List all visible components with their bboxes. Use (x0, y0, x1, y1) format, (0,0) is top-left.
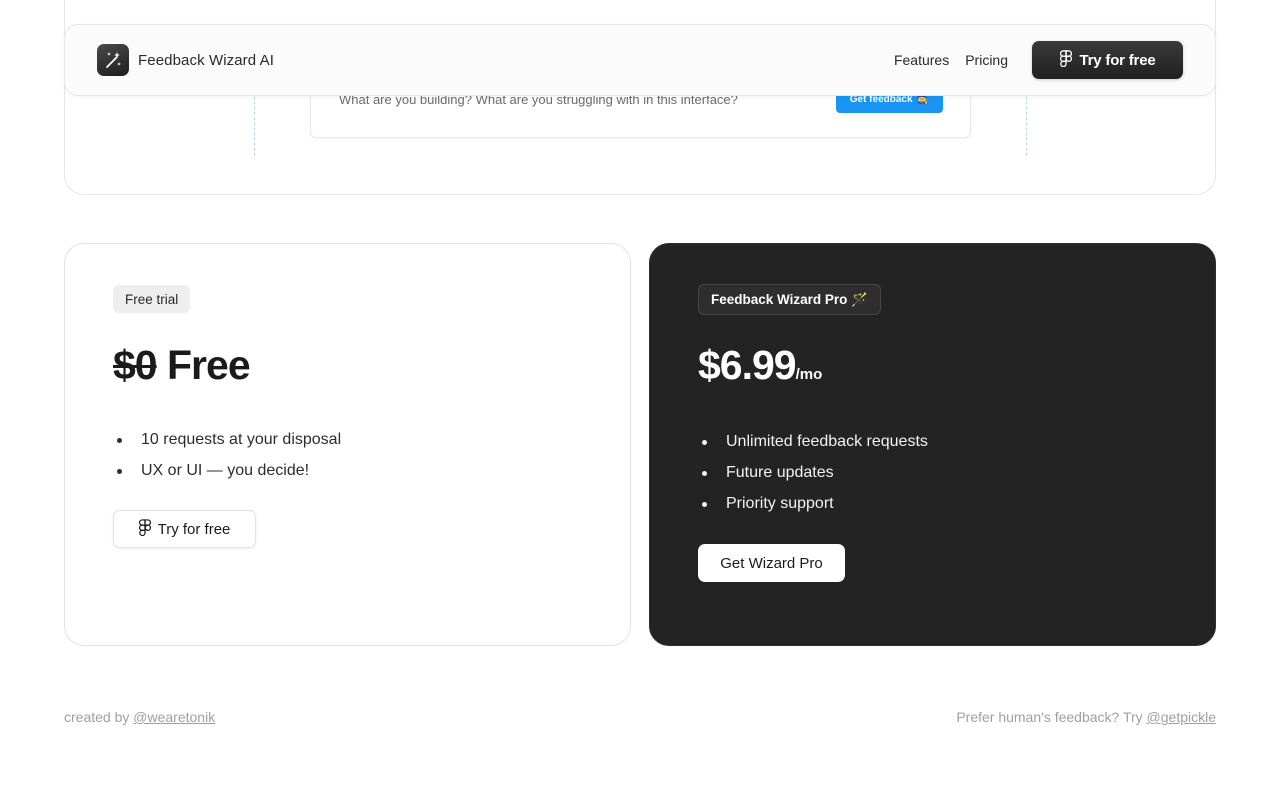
plan-badge-pro: Feedback Wizard Pro 🪄 (698, 284, 882, 315)
brand-name: Feedback Wizard AI (138, 51, 275, 69)
footer-credit: created by @wearetonik (64, 709, 215, 725)
figma-icon (138, 518, 151, 540)
try-for-free-button[interactable]: Try for free (1032, 41, 1183, 79)
figma-icon (1059, 49, 1072, 71)
list-item: Priority support (702, 488, 928, 519)
wearetonik-link[interactable]: @wearetonik (133, 709, 215, 725)
getpickle-link[interactable]: @getpickle (1147, 709, 1216, 725)
magic-wand-icon (97, 44, 129, 76)
pricing-card-free: Free trial $0 Free 10 requests at your d… (64, 243, 631, 646)
feature-list-pro: Unlimited feedback requests Future updat… (702, 426, 928, 519)
try-for-free-card-label: Try for free (157, 520, 231, 538)
nav-links: Features Pricing (894, 52, 1008, 68)
footer-alternative-text: Prefer human's feedback? Try (956, 709, 1147, 725)
try-for-free-label: Try for free (1079, 51, 1156, 69)
try-for-free-card-button[interactable]: Try for free (113, 510, 256, 548)
feature-list-free: 10 requests at your disposal UX or UI — … (117, 424, 341, 486)
footer-credit-text: created by (64, 709, 134, 725)
footer-alternative: Prefer human's feedback? Try @getpickle (956, 709, 1216, 725)
nav-link-features[interactable]: Features (894, 52, 949, 68)
list-item: 10 requests at your disposal (117, 424, 341, 455)
nav-link-pricing[interactable]: Pricing (965, 52, 1008, 68)
list-item: Unlimited feedback requests (702, 426, 928, 457)
price-pro: $6.99/mo (698, 342, 822, 389)
plan-badge-free: Free trial (113, 285, 191, 313)
pricing-card-pro: Feedback Wizard Pro 🪄 $6.99/mo Unlimited… (649, 243, 1216, 646)
plan-badge-pro-label: Feedback Wizard Pro (711, 292, 848, 307)
get-wizard-pro-button[interactable]: Get Wizard Pro (698, 544, 845, 582)
magic-wand-emoji-icon: 🪄 (851, 291, 869, 307)
brand[interactable]: Feedback Wizard AI (97, 44, 274, 76)
price-free: $0 Free (113, 342, 251, 389)
list-item: UX or UI — you decide! (117, 455, 341, 486)
price-old: $0 (113, 342, 158, 388)
navbar: Feedback Wizard AI Features Pricing Try … (64, 24, 1216, 96)
price-label: Free (167, 342, 251, 388)
price-period: /mo (795, 366, 823, 383)
list-item: Future updates (702, 457, 928, 488)
price-amount: $6.99 (698, 342, 797, 388)
